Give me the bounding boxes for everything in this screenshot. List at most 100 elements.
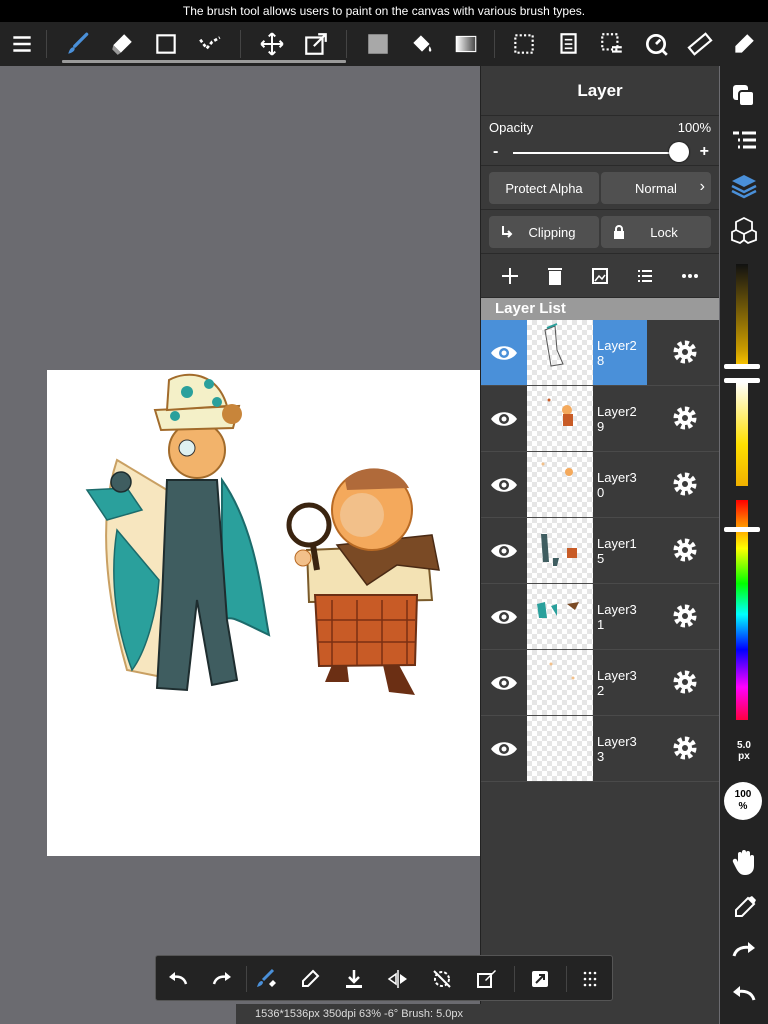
more-options-button[interactable] — [674, 260, 706, 292]
select-all-icon[interactable] — [592, 22, 632, 66]
reset-rotation-icon[interactable] — [426, 963, 458, 995]
list-icon — [638, 269, 653, 282]
visibility-toggle[interactable] — [481, 650, 527, 715]
clipping-button[interactable]: Clipping — [489, 216, 599, 248]
layer-image-button[interactable] — [584, 260, 616, 292]
redo-icon[interactable] — [206, 963, 238, 995]
share-icon[interactable] — [524, 963, 556, 995]
layer-properties-icon[interactable] — [730, 128, 758, 156]
gear-icon[interactable] — [671, 734, 699, 762]
layer-actions — [481, 254, 719, 298]
visibility-toggle[interactable] — [481, 584, 527, 649]
layer-name: Layer28 — [593, 320, 647, 385]
hue-strip[interactable] — [736, 500, 748, 720]
menu-icon[interactable] — [2, 22, 42, 66]
layer-list-header: Layer List — [481, 298, 719, 320]
eye-icon — [491, 477, 517, 492]
layers-copy-icon[interactable] — [730, 82, 758, 110]
gear-icon[interactable] — [671, 536, 699, 564]
gear-icon[interactable] — [671, 470, 699, 498]
layer-row[interactable]: Layer31 — [481, 584, 719, 650]
gear-icon[interactable] — [671, 602, 699, 630]
lock-button[interactable]: Lock — [601, 216, 711, 248]
bucket-icon[interactable] — [402, 22, 442, 66]
undo-icon[interactable] — [162, 963, 194, 995]
tooltip-bar: The brush tool allows users to paint on … — [0, 0, 768, 22]
bottom-toolbar — [155, 955, 613, 1001]
eye-icon — [491, 741, 517, 756]
lock-label: Lock — [650, 224, 678, 240]
redo-icon[interactable] — [730, 936, 758, 964]
select-none-icon[interactable] — [504, 22, 544, 66]
undo-icon[interactable] — [730, 980, 758, 1008]
layer-list: Layer28 Layer29 Layer30 Layer15 Layer31 — [481, 320, 719, 782]
ruler-icon[interactable] — [680, 22, 720, 66]
layer-row[interactable]: Layer33 — [481, 716, 719, 782]
visibility-toggle[interactable] — [481, 716, 527, 781]
layer-row[interactable]: Layer30 — [481, 452, 719, 518]
layer-thumbnail — [527, 320, 593, 385]
layer-name: Layer15 — [597, 535, 637, 566]
pen-icon[interactable] — [724, 22, 764, 66]
layer-row[interactable]: Layer15 — [481, 518, 719, 584]
brightness-handle[interactable] — [724, 364, 760, 369]
brush-size-indicator[interactable]: 5.0 px — [726, 740, 762, 762]
delete-layer-button[interactable] — [539, 260, 571, 292]
flip-horizontal-icon[interactable] — [382, 963, 414, 995]
protect-alpha-label: Protect Alpha — [505, 180, 583, 196]
layer-name: Layer33 — [597, 733, 637, 764]
visibility-toggle[interactable] — [481, 518, 527, 583]
eyedropper-icon[interactable] — [730, 894, 758, 922]
opacity-decrease-button[interactable]: - — [493, 143, 498, 161]
gear-icon[interactable] — [671, 338, 699, 366]
layer-row[interactable]: Layer29 — [481, 386, 719, 452]
panel-title: Layer — [481, 66, 719, 116]
brush-size-value: 5.0 — [737, 740, 751, 751]
visibility-toggle[interactable] — [481, 452, 527, 517]
saturation-strip[interactable] — [736, 382, 748, 486]
save-download-icon[interactable] — [338, 963, 370, 995]
opacity-value: 100% — [677, 120, 711, 135]
protect-alpha-button[interactable]: Protect Alpha — [489, 172, 599, 204]
eye-icon — [491, 411, 517, 426]
visibility-toggle[interactable] — [481, 386, 527, 451]
gradient-icon[interactable] — [446, 22, 486, 66]
brush-opacity-indicator[interactable]: 100 % — [724, 782, 762, 820]
layer-row[interactable]: Layer32 — [481, 650, 719, 716]
visibility-toggle[interactable] — [481, 320, 527, 385]
gear-icon[interactable] — [671, 668, 699, 696]
color-fill-icon[interactable] — [358, 22, 398, 66]
eye-icon — [491, 609, 517, 624]
chevron-right-icon: › — [699, 178, 705, 195]
grid-menu-icon[interactable] — [574, 963, 606, 995]
brightness-strip[interactable] — [736, 264, 748, 364]
hand-icon[interactable] — [730, 848, 758, 876]
blend-mode-label: Normal — [635, 180, 677, 196]
edit-selection-icon[interactable] — [470, 963, 502, 995]
layer-list-button[interactable] — [629, 260, 661, 292]
copy-icon[interactable] — [548, 22, 588, 66]
eyedropper-icon[interactable] — [294, 963, 326, 995]
layer-thumbnail — [527, 650, 593, 715]
opacity-increase-button[interactable]: + — [700, 143, 709, 161]
materials-icon[interactable] — [730, 216, 758, 245]
gear-icon[interactable] — [671, 404, 699, 432]
artwork — [85, 373, 440, 695]
layer-thumbnail — [527, 386, 593, 451]
rotate-icon[interactable] — [636, 22, 676, 66]
layer-thumbnail — [527, 716, 593, 781]
brush-eraser-toggle-icon[interactable] — [250, 963, 282, 995]
opacity-slider[interactable]: - + — [489, 140, 711, 166]
add-layer-button[interactable] — [494, 260, 526, 292]
layers-icon[interactable] — [730, 172, 758, 200]
layer-row[interactable]: Layer28 — [481, 320, 719, 386]
slider-track[interactable] — [513, 152, 681, 154]
blend-mode-button[interactable]: Normal › — [601, 172, 711, 204]
drawing-canvas[interactable] — [47, 370, 480, 856]
eye-icon — [491, 345, 517, 360]
hue-handle[interactable] — [724, 527, 760, 532]
layer-name: Layer31 — [597, 601, 637, 632]
clipping-label: Clipping — [528, 224, 576, 240]
slider-thumb[interactable] — [669, 142, 689, 162]
layer-thumbnail — [527, 452, 593, 517]
